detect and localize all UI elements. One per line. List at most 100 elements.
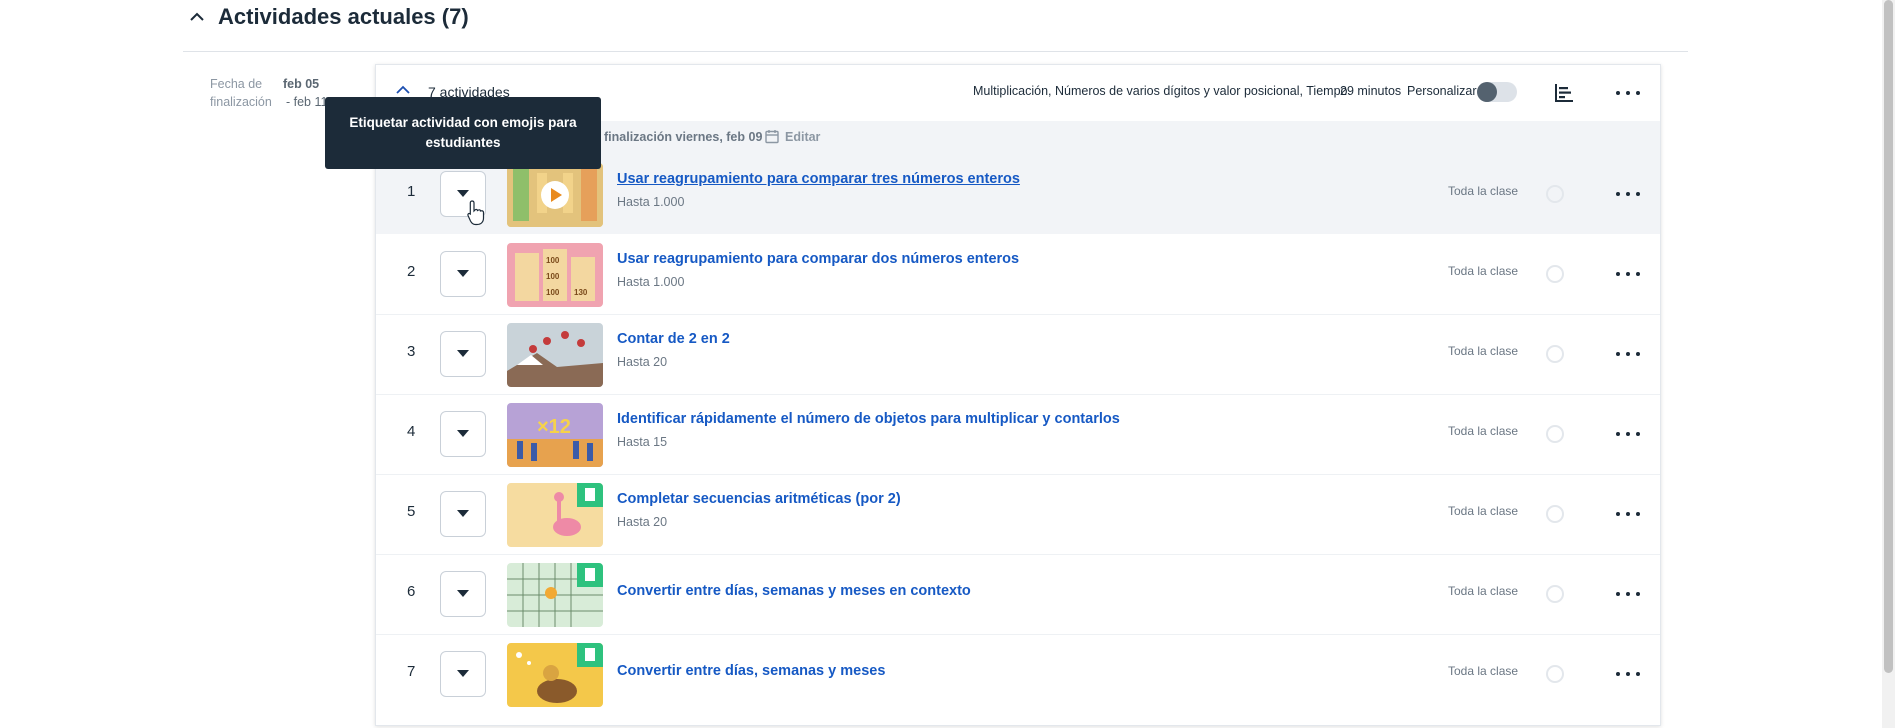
thumbnail-image: ×12	[507, 403, 603, 467]
row-number: 7	[407, 663, 416, 680]
chevron-up-icon[interactable]	[395, 84, 411, 96]
assignment-scope: Toda la clase	[1448, 664, 1519, 678]
due-date-end: - feb 11	[286, 95, 328, 109]
personalize-label: Personalizar	[1407, 84, 1477, 98]
assignment-scope: Toda la clase	[1448, 424, 1519, 438]
section-header[interactable]: Actividades actuales (7)	[186, 0, 469, 34]
tooltip-text: Etiquetar actividad con emojis para estu…	[349, 115, 577, 150]
caret-down-icon	[457, 350, 469, 357]
worksheet-icon	[585, 488, 595, 501]
status-circle	[1546, 265, 1564, 283]
row-divider	[376, 314, 1660, 315]
status-circle	[1546, 505, 1564, 523]
activity-title-link[interactable]: Convertir entre días, semanas y meses	[617, 663, 885, 679]
row-number: 6	[407, 583, 416, 600]
status-circle	[1546, 585, 1564, 603]
emoji-tag-button[interactable]	[440, 411, 486, 457]
row-number: 5	[407, 503, 416, 520]
tooltip: Etiquetar actividad con emojis para estu…	[325, 97, 601, 169]
activity-range: Hasta 20	[617, 355, 668, 369]
emoji-tag-button[interactable]	[440, 651, 486, 697]
activity-title-link[interactable]: Convertir entre días, semanas y meses en…	[617, 583, 971, 599]
row-more-icon[interactable]	[1616, 189, 1640, 199]
skills-list: Multiplicación, Números de varios dígito…	[973, 84, 1348, 98]
activity-thumbnail[interactable]	[507, 483, 603, 547]
assignment-scope: Toda la clase	[1448, 264, 1519, 278]
row-more-icon[interactable]	[1616, 669, 1640, 679]
activity-title-link[interactable]: Completar secuencias aritméticas (por 2)	[617, 491, 901, 507]
emoji-tag-button[interactable]	[440, 491, 486, 537]
row-number: 1	[407, 183, 416, 200]
assignment-scope: Toda la clase	[1448, 184, 1519, 198]
assignment-scope: Toda la clase	[1448, 344, 1519, 358]
row-more-icon[interactable]	[1616, 429, 1640, 439]
calendar-icon[interactable]	[765, 129, 779, 144]
activity-title-link[interactable]: Usar reagrupamiento para comparar dos nú…	[617, 251, 1019, 267]
activity-range: Hasta 1.000	[617, 275, 685, 289]
caret-down-icon	[457, 190, 469, 197]
thumb-label: 130	[574, 288, 588, 297]
hand-cursor-icon	[467, 200, 485, 226]
thumb-label: ×12	[537, 416, 571, 438]
activity-title-link[interactable]: Contar de 2 en 2	[617, 331, 730, 347]
divider	[183, 51, 1688, 52]
thumbnail-image: 100 100 100 130	[507, 243, 603, 307]
assignment-scope: Toda la clase	[1448, 504, 1519, 518]
status-circle	[1546, 185, 1564, 203]
emoji-tag-button[interactable]	[440, 251, 486, 297]
activity-thumbnail[interactable]	[507, 323, 603, 387]
activity-thumbnail[interactable]	[507, 563, 603, 627]
worksheet-icon	[585, 568, 595, 581]
row-divider	[376, 394, 1660, 395]
thumbnail-image	[507, 563, 603, 627]
row-more-icon[interactable]	[1616, 349, 1640, 359]
activity-range: Hasta 15	[617, 435, 668, 449]
caret-down-icon	[457, 270, 469, 277]
activity-range: Hasta 1.000	[617, 195, 685, 209]
edit-due-link[interactable]: Editar	[785, 130, 820, 144]
assignment-scope: Toda la clase	[1448, 584, 1519, 598]
status-circle	[1546, 425, 1564, 443]
row-more-icon[interactable]	[1616, 509, 1640, 519]
thumb-label: 100	[546, 288, 560, 297]
video-thumbnail-image	[507, 163, 603, 227]
thumbnail-image	[507, 323, 603, 387]
chevron-up-icon	[190, 12, 204, 21]
emoji-tag-button[interactable]	[440, 571, 486, 617]
activity-title-link[interactable]: Identificar rápidamente el número de obj…	[617, 411, 1120, 427]
worksheet-icon	[585, 648, 595, 661]
caret-down-icon	[457, 430, 469, 437]
card-more-icon[interactable]	[1616, 88, 1640, 98]
subbar-due-text: finalización viernes, feb 09	[604, 130, 763, 144]
row-divider	[376, 554, 1660, 555]
caret-down-icon	[457, 670, 469, 677]
row-more-icon[interactable]	[1616, 589, 1640, 599]
chart-icon[interactable]	[1554, 83, 1574, 103]
thumb-label: 100	[546, 256, 560, 265]
thumb-label: 100	[546, 272, 560, 281]
section-title: Actividades actuales (7)	[218, 4, 469, 29]
row-more-icon[interactable]	[1616, 269, 1640, 279]
caret-down-icon	[457, 510, 469, 517]
activity-thumbnail[interactable]: 100 100 100 130	[507, 243, 603, 307]
activity-thumbnail[interactable]	[507, 163, 603, 227]
total-duration: 29 minutos	[1340, 84, 1402, 98]
scrollbar-thumb[interactable]	[1884, 0, 1893, 673]
row-number: 4	[407, 423, 416, 440]
activity-thumbnail[interactable]: ×12	[507, 403, 603, 467]
personalize-toggle[interactable]	[1477, 82, 1517, 102]
activity-title-link[interactable]: Usar reagrupamiento para comparar tres n…	[617, 171, 1020, 187]
caret-down-icon	[457, 590, 469, 597]
row-divider	[376, 634, 1660, 635]
row-number: 2	[407, 263, 416, 280]
emoji-tag-button[interactable]	[440, 331, 486, 377]
due-date-label: Fecha de finalización	[210, 77, 272, 109]
thumbnail-image	[507, 643, 603, 707]
activity-range: Hasta 20	[617, 515, 668, 529]
due-date-start: feb 05	[283, 77, 320, 91]
status-circle	[1546, 665, 1564, 683]
row-divider	[376, 474, 1660, 475]
thumbnail-image	[507, 483, 603, 547]
activity-thumbnail[interactable]	[507, 643, 603, 707]
status-circle	[1546, 345, 1564, 363]
